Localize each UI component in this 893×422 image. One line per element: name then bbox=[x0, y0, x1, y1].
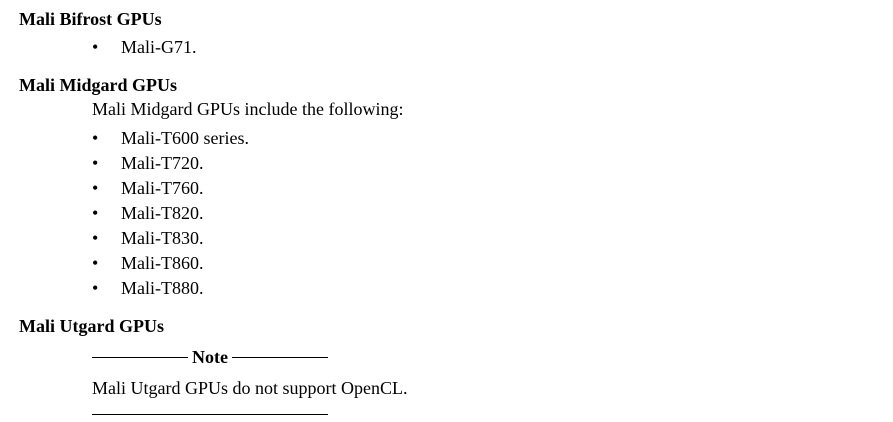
note-text: Mali Utgard GPUs do not support OpenCL. bbox=[92, 378, 408, 398]
document-page: Mali Bifrost GPUs • Mali-G71. Mali Midga… bbox=[0, 0, 893, 422]
bullet-icon: • bbox=[92, 128, 99, 148]
list-item-text: Mali-T760. bbox=[121, 178, 204, 198]
list-item-text: Mali-T720. bbox=[121, 153, 204, 173]
midgard-intro: Mali Midgard GPUs include the following: bbox=[92, 99, 404, 119]
list-item-text: Mali-T820. bbox=[121, 203, 204, 223]
heading-utgard: Mali Utgard GPUs bbox=[19, 316, 164, 336]
list-item-text: Mali-T600 series. bbox=[121, 128, 249, 148]
bullet-icon: • bbox=[92, 37, 99, 57]
list-item-text: Mali-T830. bbox=[121, 228, 204, 248]
note-rule-right bbox=[232, 356, 329, 358]
bullet-icon: • bbox=[92, 153, 99, 173]
bullet-icon: • bbox=[92, 228, 99, 248]
note-label: Note bbox=[192, 347, 228, 367]
note-end-rule bbox=[92, 414, 328, 415]
note-rule-left bbox=[92, 356, 189, 358]
note-header: Note bbox=[92, 347, 329, 367]
bullet-icon: • bbox=[92, 253, 99, 273]
bullet-icon: • bbox=[92, 278, 99, 298]
heading-bifrost: Mali Bifrost GPUs bbox=[19, 9, 162, 29]
heading-midgard: Mali Midgard GPUs bbox=[19, 75, 177, 95]
bullet-icon: • bbox=[92, 178, 99, 198]
bullet-icon: • bbox=[92, 203, 99, 223]
list-item-text: Mali-T860. bbox=[121, 253, 204, 273]
list-item-text: Mali-G71. bbox=[121, 37, 197, 57]
list-item-text: Mali-T880. bbox=[121, 278, 204, 298]
